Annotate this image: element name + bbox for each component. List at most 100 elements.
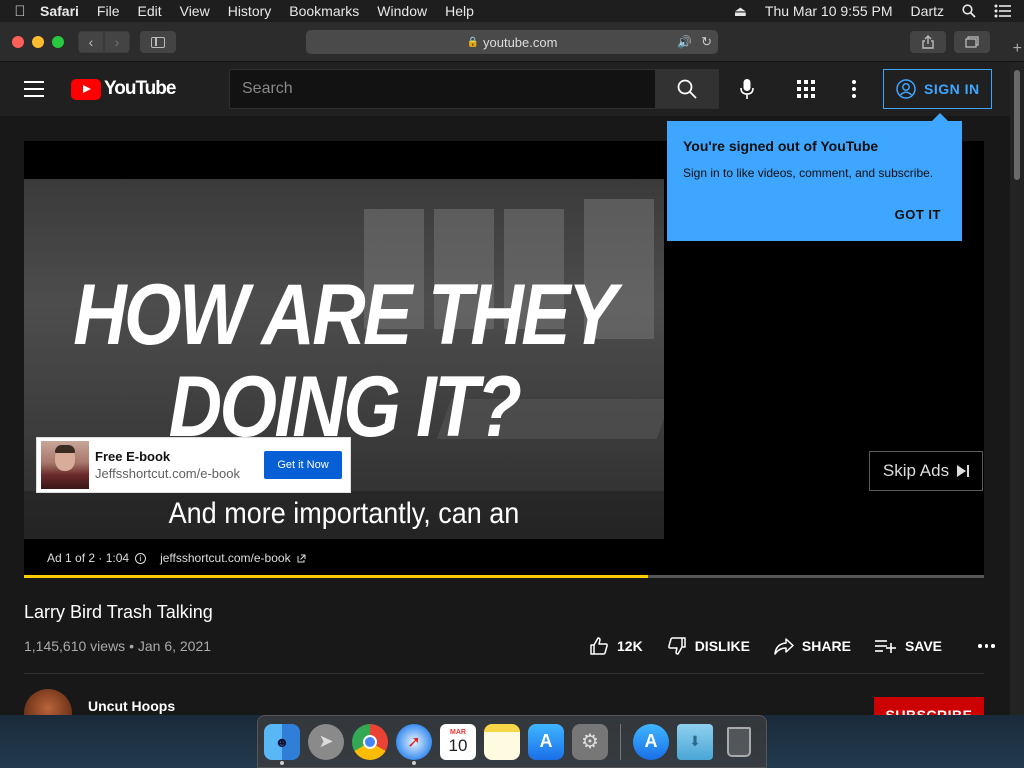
ad-link[interactable]: jeffsshortcut.com/e-book [160, 551, 291, 565]
user-name[interactable]: Dartz [911, 3, 944, 19]
system-preferences-icon[interactable]: ⚙ [572, 723, 608, 760]
calendar-icon[interactable]: MAR 10 [440, 723, 476, 760]
downloads-folder-icon[interactable]: ⬇ [677, 723, 713, 760]
channel-avatar[interactable] [24, 689, 72, 715]
thumbs-up-icon [590, 637, 608, 655]
external-link-icon[interactable] [297, 554, 306, 563]
clock[interactable]: Thu Mar 10 9:55 PM [765, 3, 893, 19]
section-divider [24, 673, 984, 674]
voice-search-button[interactable] [735, 77, 759, 101]
chrome-icon[interactable] [352, 723, 388, 760]
account-icon [896, 79, 916, 99]
calendar-day: 10 [448, 736, 468, 755]
close-window-button[interactable] [12, 36, 24, 48]
menu-window[interactable]: Window [377, 3, 427, 19]
menu-history[interactable]: History [228, 3, 272, 19]
youtube-logo-text: YouTube [104, 78, 176, 99]
ad-position-text: Ad 1 of 2 · 1:04 [47, 551, 130, 565]
channel-name[interactable]: Uncut Hoops [88, 698, 175, 714]
search-icon [677, 79, 697, 99]
ad-overlay-card[interactable]: Free E-book Jeffsshortcut.com/e-book Get… [36, 437, 351, 493]
eject-icon[interactable]: ⏏ [734, 3, 747, 20]
spotlight-search-icon[interactable] [962, 4, 976, 18]
like-button[interactable]: 12K [589, 636, 643, 656]
page-scrollbar[interactable] [1010, 62, 1024, 715]
menu-edit[interactable]: Edit [137, 3, 161, 19]
ad-card-url: Jeffsshortcut.com/e-book [95, 466, 240, 481]
reload-icon[interactable]: ↻ [701, 34, 712, 50]
youtube-page: YouTube Search SIGN IN HOW ARE THEY DOIN… [0, 62, 1010, 715]
safari-toolbar: ‹ › 🔒 youtube.com 🔊 ↻ + [0, 22, 1024, 62]
menu-bar-status: ⏏ Thu Mar 10 9:55 PM Dartz [734, 0, 1012, 22]
playlist-add-icon [874, 640, 896, 653]
menu-file[interactable]: File [97, 3, 120, 19]
dislike-label: DISLIKE [694, 638, 750, 654]
ad-thumbnail [41, 441, 89, 489]
info-icon[interactable]: i [135, 552, 147, 564]
ad-cta-button[interactable]: Get it Now [264, 451, 342, 479]
back-button[interactable]: ‹ [78, 31, 104, 53]
tab-overview-button[interactable] [954, 31, 990, 53]
signed-out-tooltip: You're signed out of YouTube Sign in to … [667, 113, 962, 241]
skip-next-icon [957, 465, 970, 477]
microphone-icon [740, 79, 754, 99]
share-arrow-icon [774, 638, 794, 655]
macos-menu-bar:  Safari File Edit View History Bookmark… [0, 0, 1024, 22]
more-actions-icon[interactable] [978, 644, 995, 648]
trash-icon[interactable] [721, 724, 757, 760]
minimize-window-button[interactable] [32, 36, 44, 48]
video-actions: 12K DISLIKE SHARE SAVE [589, 636, 995, 656]
menu-help[interactable]: Help [445, 3, 474, 19]
address-bar[interactable]: 🔒 youtube.com 🔊 ↻ [306, 30, 718, 54]
safari-icon[interactable]: ➚ [396, 723, 432, 765]
settings-more-icon[interactable] [852, 80, 856, 98]
apple-icon[interactable]:  [0, 3, 40, 20]
menu-bookmarks[interactable]: Bookmarks [289, 3, 359, 19]
zoom-window-button[interactable] [52, 36, 64, 48]
hamburger-menu-icon[interactable] [24, 81, 44, 97]
forward-button[interactable]: › [104, 31, 130, 53]
overlay-line-1: HOW ARE THEY [73, 267, 617, 363]
dislike-button[interactable]: DISLIKE [667, 636, 750, 656]
control-center-icon[interactable] [994, 4, 1012, 18]
finder-icon[interactable]: ☻ [264, 723, 300, 765]
search-button[interactable] [655, 69, 719, 109]
search-placeholder: Search [242, 80, 293, 97]
thumbs-down-icon [667, 637, 686, 655]
app-store-icon[interactable]: A [633, 723, 669, 760]
share-button[interactable] [910, 31, 946, 53]
history-navigation: ‹ › [78, 31, 130, 53]
save-button[interactable]: SAVE [874, 638, 943, 654]
new-tab-icon[interactable]: + [1013, 40, 1022, 58]
sidebar-toggle-button[interactable] [140, 31, 176, 53]
dock-separator [620, 723, 621, 760]
subscribe-button[interactable]: SUBSCRIBE [874, 697, 984, 715]
youtube-play-icon [71, 78, 101, 100]
ad-progress-bar[interactable] [24, 575, 984, 578]
got-it-button[interactable]: GOT IT [895, 207, 941, 222]
menu-view[interactable]: View [180, 3, 210, 19]
video-title: Larry Bird Trash Talking [24, 602, 213, 622]
apps-grid-icon[interactable] [797, 80, 815, 98]
sign-in-button[interactable]: SIGN IN [883, 69, 992, 109]
sign-in-label: SIGN IN [924, 81, 980, 97]
scrollbar-thumb[interactable] [1014, 70, 1020, 180]
app-store-icon[interactable]: A [528, 723, 564, 760]
tooltip-title: You're signed out of YouTube [683, 138, 879, 154]
launchpad-icon[interactable]: ➤ [308, 723, 344, 760]
skip-ads-button[interactable]: Skip Ads [869, 451, 983, 491]
window-controls [12, 36, 64, 48]
youtube-logo[interactable]: YouTube [71, 78, 176, 100]
audio-playing-icon[interactable]: 🔊 [677, 35, 692, 49]
tooltip-body: Sign in to like videos, comment, and sub… [683, 166, 934, 180]
menu-safari[interactable]: Safari [40, 3, 79, 19]
share-video-button[interactable]: SHARE [774, 637, 851, 655]
search-input[interactable]: Search [229, 69, 656, 109]
save-label: SAVE [904, 638, 943, 654]
video-overlay-text: HOW ARE THEY DOING IT? [69, 269, 619, 453]
video-caption: And more importantly, can an [168, 497, 520, 530]
skip-ads-label: Skip Ads [882, 461, 950, 480]
notes-icon[interactable] [484, 723, 520, 760]
video-meta: 1,145,610 views • Jan 6, 2021 [24, 638, 212, 654]
ad-info-bar: Ad 1 of 2 · 1:04 i jeffsshortcut.com/e-b… [47, 551, 306, 565]
